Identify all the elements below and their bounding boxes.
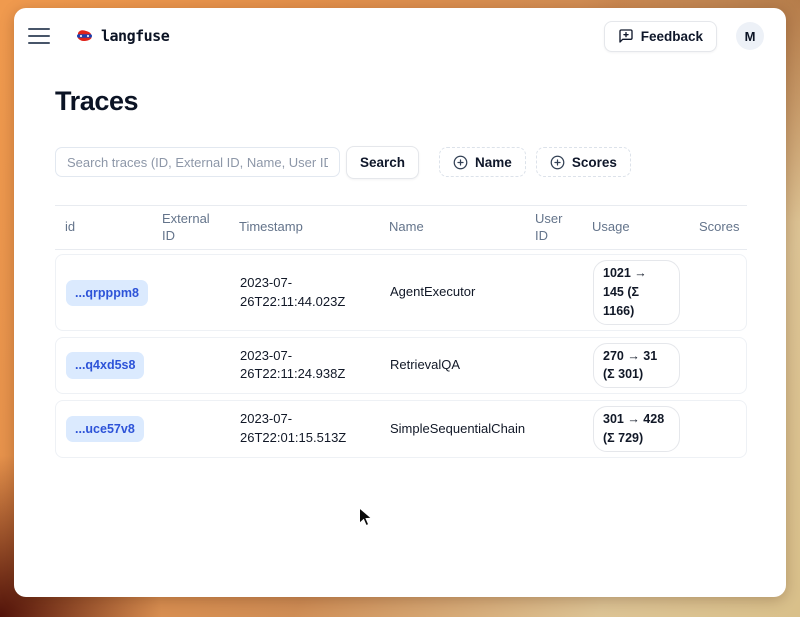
- external-id-cell: [153, 360, 230, 370]
- feedback-label: Feedback: [641, 29, 703, 44]
- user-id-cell: [526, 360, 583, 370]
- scores-cell: [690, 288, 746, 298]
- feedback-button[interactable]: Feedback: [604, 21, 717, 52]
- top-bar: langfuse Feedback M: [14, 8, 786, 64]
- search-button[interactable]: Search: [346, 146, 419, 179]
- table-row[interactable]: ...uce57v8 2023-07-26T22:01:15.513Z Simp…: [55, 400, 747, 458]
- search-input[interactable]: [55, 147, 340, 177]
- filter-scores-label: Scores: [572, 155, 617, 170]
- message-plus-icon: [618, 28, 634, 44]
- avatar[interactable]: M: [736, 22, 764, 50]
- app-window: langfuse Feedback M Traces Search Na: [14, 8, 786, 597]
- brand-wordmark: langfuse: [101, 27, 169, 45]
- table-row[interactable]: ...qrpppm8 2023-07-26T22:11:44.023Z Agen…: [55, 254, 747, 330]
- external-id-cell: [153, 288, 230, 298]
- search-row: Search Name Scores: [55, 146, 747, 179]
- col-header-timestamp: Timestamp: [229, 217, 379, 238]
- timestamp-cell: 2023-07-26T22:11:24.938Z: [230, 342, 380, 390]
- table-header: id External ID Timestamp Name User ID Us…: [55, 205, 747, 251]
- langfuse-logo-icon: [76, 29, 93, 43]
- user-id-cell: [526, 424, 583, 434]
- main-content: Traces Search Name Scores id: [14, 87, 786, 458]
- scores-cell: [690, 360, 746, 370]
- avatar-initial: M: [745, 29, 756, 44]
- traces-table: id External ID Timestamp Name User ID Us…: [55, 205, 747, 458]
- name-cell: RetrievalQA: [380, 351, 526, 380]
- plus-circle-icon: [550, 155, 565, 170]
- filter-name-label: Name: [475, 155, 512, 170]
- timestamp-cell: 2023-07-26T22:11:44.023Z: [230, 269, 380, 317]
- filter-scores-button[interactable]: Scores: [536, 147, 631, 177]
- trace-id-link[interactable]: ...uce57v8: [66, 416, 144, 442]
- col-header-external-id: External ID: [152, 209, 229, 247]
- usage-badge: 270 → 31 (Σ 301): [593, 343, 680, 389]
- timestamp-cell: 2023-07-26T22:01:15.513Z: [230, 405, 380, 453]
- col-header-id: id: [55, 217, 152, 238]
- col-header-user-id: User ID: [525, 209, 582, 247]
- external-id-cell: [153, 424, 230, 434]
- name-cell: SimpleSequentialChain: [380, 415, 526, 444]
- table-row[interactable]: ...q4xd5s8 2023-07-26T22:11:24.938Z Retr…: [55, 337, 747, 395]
- usage-badge: 1021 → 145 (Σ 1166): [593, 260, 680, 324]
- menu-icon[interactable]: [28, 28, 50, 44]
- user-id-cell: [526, 288, 583, 298]
- plus-circle-icon: [453, 155, 468, 170]
- page-title: Traces: [55, 87, 747, 117]
- col-header-usage: Usage: [582, 217, 689, 238]
- search-button-label: Search: [360, 155, 405, 170]
- filter-name-button[interactable]: Name: [439, 147, 526, 177]
- scores-cell: [690, 424, 746, 434]
- trace-id-link[interactable]: ...q4xd5s8: [66, 352, 144, 378]
- col-header-name: Name: [379, 217, 525, 238]
- brand[interactable]: langfuse: [76, 27, 169, 45]
- name-cell: AgentExecutor: [380, 278, 526, 307]
- trace-id-link[interactable]: ...qrpppm8: [66, 280, 148, 306]
- col-header-scores: Scores: [689, 217, 749, 238]
- usage-badge: 301 → 428 (Σ 729): [593, 406, 680, 452]
